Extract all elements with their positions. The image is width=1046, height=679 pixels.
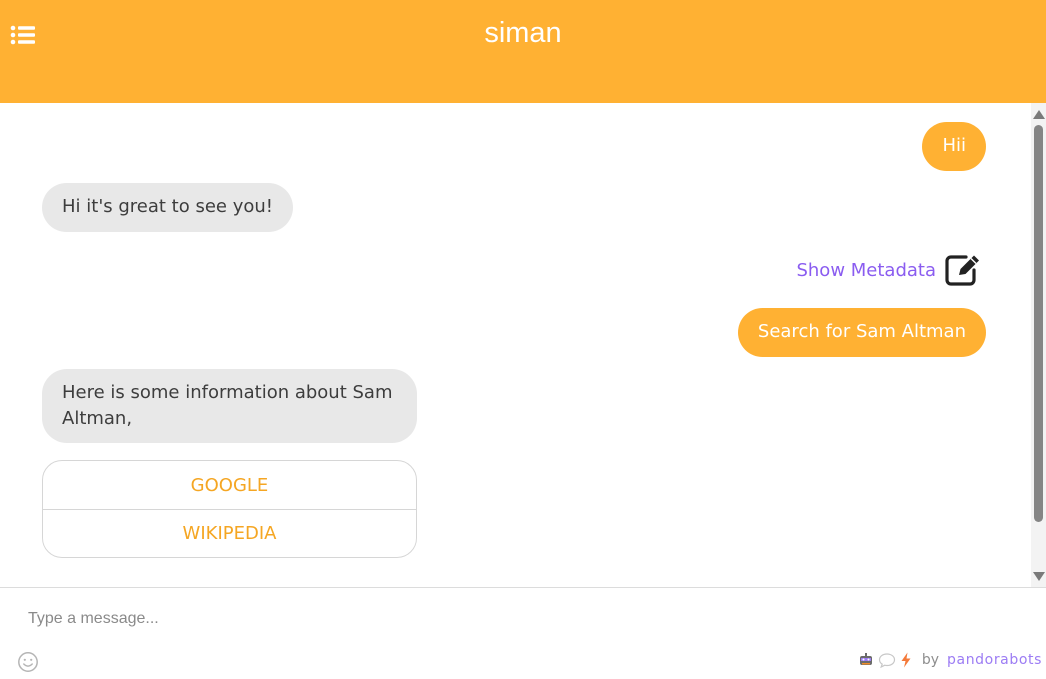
smiley-icon[interactable] <box>17 651 39 673</box>
message-composer: by pandorabots <box>0 587 1046 679</box>
chat-scrollbar[interactable] <box>1031 103 1046 587</box>
quick-links-card: GOOGLE WIKIPEDIA <box>42 460 417 558</box>
edit-icon <box>945 255 979 286</box>
user-message: Search for Sam Altman <box>737 308 986 357</box>
bot-message: Here is some information about Sam Altma… <box>42 369 417 443</box>
pandorabots-link[interactable]: pandorabots <box>947 652 1042 668</box>
chat-bubble-icon <box>878 653 895 668</box>
show-metadata-label: Show Metadata <box>796 259 936 281</box>
show-metadata-link[interactable]: Show Metadata <box>796 253 982 287</box>
chat-messages-area: Hii Hi it's great to see you! Show Metad… <box>0 103 1030 587</box>
chat-title: siman <box>484 17 562 49</box>
scroll-up-icon[interactable] <box>1033 110 1045 119</box>
google-link-button[interactable]: GOOGLE <box>43 461 416 509</box>
bot-message: Hi it's great to see you! <box>42 183 294 232</box>
robot-icon <box>859 653 872 665</box>
wikipedia-link-button[interactable]: WIKIPEDIA <box>43 509 416 557</box>
chat-header: siman <box>0 0 1046 103</box>
scrollbar-thumb[interactable] <box>1034 125 1043 522</box>
powered-by-branding: by pandorabots <box>858 652 1042 668</box>
user-message: Hii <box>922 122 986 171</box>
message-input[interactable] <box>16 602 916 636</box>
branding-by-text: by <box>921 652 940 668</box>
lightning-icon <box>901 652 911 668</box>
scroll-down-icon[interactable] <box>1033 572 1045 581</box>
